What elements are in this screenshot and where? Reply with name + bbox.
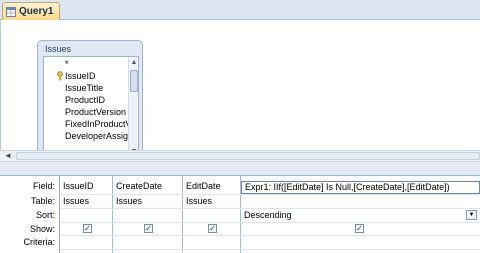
criteria-cell[interactable] [113,237,182,248]
criteria-cell[interactable] [241,237,480,248]
field-list-item[interactable]: ProductVersion [44,106,130,118]
document-tab-strip: Query1 [0,0,480,20]
tab-label: Query1 [19,6,54,17]
scroll-left-arrow-icon[interactable]: ◄ [2,151,14,161]
field-cell[interactable]: CreateDate [113,181,182,192]
query-design-grid[interactable]: Field: Table: Sort: Show: Criteria: Issu… [0,176,480,253]
design-horizontal-scrollbar[interactable]: ◄ [0,150,480,162]
field-list-item[interactable]: DeveloperAssig [44,130,130,142]
primary-key-icon [57,71,63,81]
table-cell[interactable]: Issues [60,196,112,207]
field-cell[interactable]: IssueID [60,181,112,192]
table-cell[interactable]: Issues [113,196,182,207]
field-list-scrollbar[interactable]: ▲ ▼ [128,57,138,158]
row-divider [60,222,480,223]
field-cell[interactable]: EditDate [183,181,240,192]
row-divider [60,249,480,250]
row-divider [60,194,480,195]
tab-query1[interactable]: Query1 [2,2,60,20]
query-design-surface[interactable]: Issues * IssueID IssueTitle ProductID Pr… [0,20,480,162]
criteria-cell[interactable] [183,237,240,248]
sort-cell[interactable] [113,210,182,221]
field-list-item[interactable]: FixedInProductV [44,118,130,130]
row-label-table: Table: [30,196,55,206]
show-checkbox[interactable]: ✓ [144,224,153,233]
row-label-show: Show: [29,224,55,234]
row-label-field: Field: [32,181,55,191]
sort-cell[interactable] [60,210,112,221]
pane-splitter[interactable] [0,162,480,176]
table-cell[interactable]: Issues [183,196,240,207]
show-checkbox[interactable]: ✓ [355,224,364,233]
field-cell-expression[interactable]: Expr1: IIf([EditDate] Is Null,[CreateDat… [241,181,480,194]
field-list-item[interactable]: IssueID [44,70,130,82]
row-divider [60,235,480,236]
row-label-sort: Sort: [35,210,55,220]
sort-cell[interactable] [183,210,240,221]
row-label-criteria: Criteria: [23,237,55,247]
scroll-up-arrow-icon[interactable]: ▲ [130,58,138,67]
show-checkbox[interactable]: ✓ [83,224,92,233]
table-window-title[interactable]: Issues [45,44,71,54]
show-checkbox[interactable]: ✓ [208,224,217,233]
field-list-item[interactable]: * [44,58,130,70]
query-icon [6,6,16,17]
criteria-cell[interactable] [60,237,112,248]
table-cell[interactable] [241,196,480,207]
horizontal-scroll-thumb[interactable] [16,152,480,160]
field-list-item[interactable]: ProductID [44,94,130,106]
sort-dropdown[interactable]: Descending [241,210,465,221]
chevron-down-icon[interactable]: ▼ [466,210,477,220]
issues-table-window[interactable]: Issues * IssueID IssueTitle ProductID Pr… [37,40,143,162]
field-list-item[interactable]: IssueTitle [44,82,130,94]
field-list[interactable]: * IssueID IssueTitle ProductID ProductVe… [43,56,139,159]
row-divider [60,208,480,209]
field-list-scroll-thumb[interactable] [130,70,138,92]
